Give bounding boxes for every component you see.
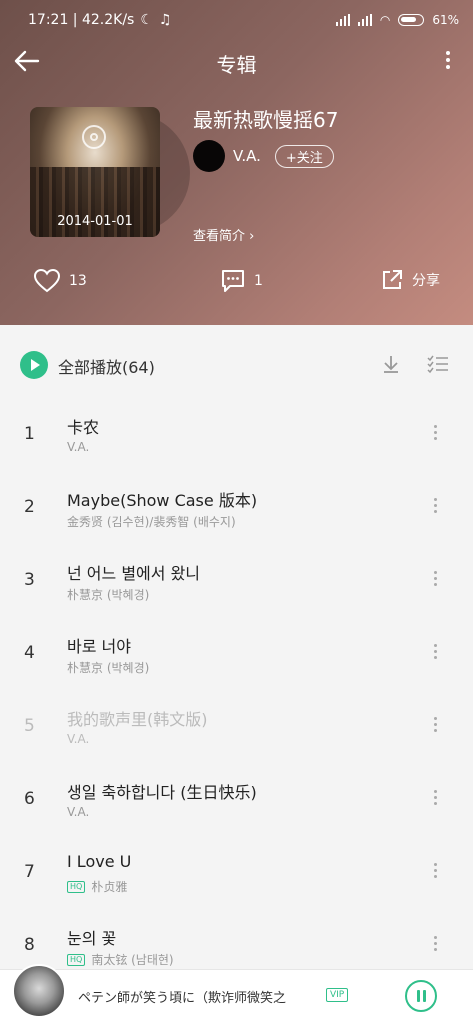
battery-level: 61% [432,13,459,27]
multi-select-icon[interactable] [426,353,450,379]
track-title: 넌 어느 별에서 왔니 [67,564,201,583]
track-artist: 朴慧京 (박혜경) [67,661,150,675]
track-number: 2 [24,497,35,517]
comment-icon [222,270,244,292]
track-artist: V.A. [67,440,90,454]
track-number: 3 [24,570,35,590]
track-number: 6 [24,789,35,809]
track-more-icon[interactable] [430,422,440,448]
track-artist-row: 朴慧京 (박혜경) [67,586,149,603]
like-button[interactable]: 13 [33,268,87,294]
moon-icon: ☾ [140,12,153,28]
comment-button[interactable]: 1 [220,268,263,294]
track-artist: 朴慧京 (박혜경) [67,588,150,602]
track-title: 바로 너야 [67,637,131,656]
artist-name[interactable]: V.A. [233,147,261,165]
pause-icon[interactable] [405,980,437,1012]
page-title: 专辑 [216,53,257,77]
track-more-icon[interactable] [430,860,440,886]
artist-avatar[interactable] [193,140,225,172]
track-title: 卡农 [67,418,100,437]
track-number: 7 [24,862,35,882]
track-list-area: 全部播放(64) 1 卡农 V.A. 2 Maybe(Show Case 版本)… [0,325,473,969]
track-title: Maybe(Show Case 版本) [67,491,258,510]
player-song-title: ペテン師が笑う頃に（欺诈师微笑之 [78,991,287,1006]
track-more-icon[interactable] [430,495,440,521]
like-count: 13 [69,273,87,289]
track-title: 我的歌声里(韩文版) [67,710,208,729]
follow-button[interactable]: +关注 [274,144,334,168]
track-row[interactable]: 5 我的歌声里(韩文版) V.A. [0,694,473,767]
track-number: 8 [24,935,35,955]
track-artist-row: HQ 朴贞雅 [67,878,127,895]
track-title: I Love U [67,852,132,871]
track-row[interactable]: 2 Maybe(Show Case 版本) 金秀贤 (김수현)/裴秀智 (배수지… [0,475,473,548]
share-label: 分享 [412,273,440,289]
track-artist-row: V.A. [67,732,89,746]
track-artist-row: V.A. [67,440,89,454]
track-more-icon[interactable] [430,714,440,740]
battery-icon [398,14,425,26]
artist-row: V.A. +关注 [193,140,334,172]
track-artist: 金秀贤 (김수현)/裴秀智 (배수지) [67,515,236,529]
track-more-icon[interactable] [430,787,440,813]
player-cover[interactable] [12,964,66,1018]
action-bar: 13 1 分享 [0,268,473,304]
track-number: 4 [24,643,35,663]
track-row[interactable]: 1 卡农 V.A. [0,402,473,475]
track-row[interactable]: 4 바로 너야 朴慧京 (박혜경) [0,621,473,694]
heart-icon [33,268,61,293]
download-icon[interactable] [380,353,402,379]
track-artist-row: V.A. [67,805,89,819]
view-intro-link[interactable]: 查看简介 › [193,225,254,244]
track-artist: 南太铉 (남태현) [91,953,174,967]
share-button[interactable]: 分享 [380,268,440,292]
track-artist-row: HQ 南太铉 (남태현) [67,951,174,968]
track-row[interactable]: 3 넌 어느 별에서 왔니 朴慧京 (박혜경) [0,548,473,621]
album-cover[interactable]: 2014-01-01 [30,107,190,239]
more-vertical-icon[interactable] [443,48,453,78]
netease-logo-icon [82,125,106,149]
track-more-icon[interactable] [430,933,440,959]
track-artist-row: 金秀贤 (김수현)/裴秀智 (배수지) [67,513,236,530]
release-date: 2014-01-01 [57,214,133,229]
track-artist: V.A. [67,732,90,746]
headphones-icon: ♫ [158,12,172,28]
signal-icon [335,14,350,26]
track-artist: 朴贞雅 [91,880,128,894]
track-row[interactable]: 7 I Love U HQ 朴贞雅 [0,840,473,913]
track-number: 1 [24,424,35,444]
hq-badge: HQ [67,880,86,893]
status-time: 17:21 | 42.2K/s [28,12,135,28]
play-all-label[interactable]: 全部播放(64) [58,354,155,378]
track-number: 5 [24,716,35,736]
top-bar: 专辑 [0,40,473,84]
vip-badge: VIP [326,988,349,1002]
status-bar: 17:21 | 42.2K/s ☾ ♫ ◠ 61% [0,0,473,40]
cover-image: 2014-01-01 [30,107,160,237]
share-icon [383,270,402,289]
mini-player[interactable]: ペテン師が笑う頃に（欺诈师微笑之 VIP [0,964,473,1024]
track-more-icon[interactable] [430,568,440,594]
play-all-row: 全部播放(64) [0,345,473,385]
album-header: 17:21 | 42.2K/s ☾ ♫ ◠ 61% 专辑 2014-01-01 … [0,0,473,325]
play-all-icon[interactable] [20,351,48,379]
track-artist-row: 朴慧京 (박혜경) [67,659,149,676]
album-title: 最新热歌慢摇67 [193,108,339,132]
track-title: 생일 축하합니다 (生日快乐) [67,783,257,802]
hq-badge: HQ [67,953,86,966]
track-title: 눈의 꽃 [67,929,117,948]
signal-icon-2 [357,14,372,26]
track-row[interactable]: 6 생일 축하합니다 (生日快乐) V.A. [0,767,473,840]
comment-count: 1 [254,273,263,289]
track-more-icon[interactable] [430,641,440,667]
wifi-icon: ◠ [379,13,391,27]
track-artist: V.A. [67,805,90,819]
